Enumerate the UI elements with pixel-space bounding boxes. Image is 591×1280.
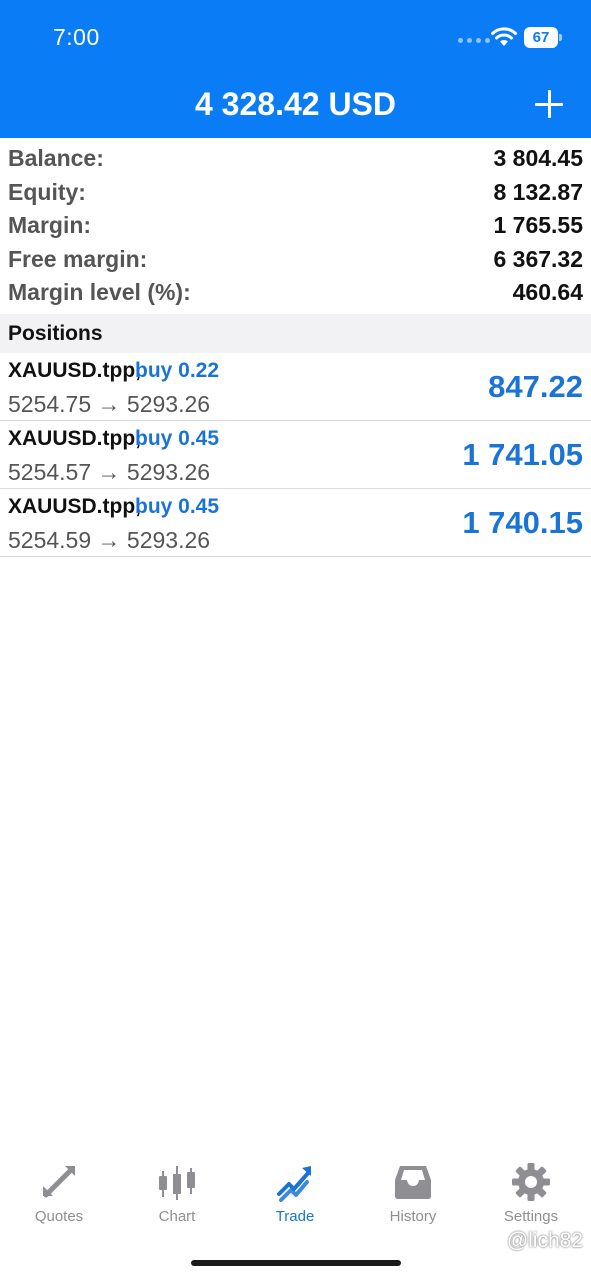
summary-row-free-margin: Free margin: 6 367.32	[0, 243, 591, 277]
add-order-button[interactable]	[533, 88, 565, 120]
position-type: buy 0.22	[135, 359, 220, 382]
position-symbol: XAUUSD.tpp,	[8, 495, 141, 518]
tab-label: History	[389, 1208, 437, 1225]
tab-label: Quotes	[34, 1208, 84, 1225]
tab-bar: Quotes Chart Trade History Settings	[0, 1150, 591, 1230]
summary-label: Equity:	[8, 178, 86, 205]
status-time: 7:00	[53, 24, 100, 50]
position-profit: 847.22	[488, 369, 583, 404]
summary-row-balance: Balance: 3 804.45	[0, 142, 591, 176]
signal-icon	[458, 38, 490, 43]
position-row[interactable]: XAUUSD.tpp, buy 0.45 5254.57 → 5293.26 1…	[0, 421, 591, 489]
summary-row-margin-level: Margin level (%): 460.64	[0, 276, 591, 310]
tab-label: Chart	[158, 1208, 196, 1225]
positions-list: XAUUSD.tpp, buy 0.22 5254.75 → 5293.26 8…	[0, 353, 591, 557]
position-type: buy 0.45	[135, 427, 220, 450]
position-symbol: XAUUSD.tpp,	[8, 427, 141, 450]
tab-settings[interactable]: Settings	[472, 1162, 590, 1225]
summary-value: 6 367.32	[493, 245, 583, 272]
battery-level: 67	[524, 27, 558, 48]
summary-row-margin: Margin: 1 765.55	[0, 209, 591, 243]
summary-label: Balance:	[8, 145, 104, 172]
history-icon	[395, 1166, 431, 1199]
summary-value: 1 765.55	[493, 212, 583, 239]
tab-label: Settings	[503, 1208, 559, 1225]
summary-label: Margin:	[8, 212, 92, 239]
account-balance-title: 4 328.42 USD	[194, 86, 396, 122]
position-prices: 5254.75 → 5293.26	[8, 391, 211, 417]
account-summary: Balance: 3 804.45 Equity: 8 132.87 Margi…	[0, 142, 591, 310]
position-symbol: XAUUSD.tpp,	[8, 359, 141, 382]
tab-chart[interactable]: Chart	[118, 1162, 236, 1225]
position-profit: 1 741.05	[462, 437, 583, 472]
position-row[interactable]: XAUUSD.tpp, buy 0.22 5254.75 → 5293.26 8…	[0, 353, 591, 421]
quotes-icon	[43, 1166, 75, 1198]
chart-icon	[159, 1166, 195, 1200]
position-row[interactable]: XAUUSD.tpp, buy 0.45 5254.59 → 5293.26 1…	[0, 489, 591, 557]
tab-history[interactable]: History	[354, 1162, 472, 1225]
summary-label: Free margin:	[8, 245, 148, 272]
battery-icon: 67	[524, 27, 562, 48]
summary-value: 8 132.87	[493, 178, 583, 205]
position-prices: 5254.59 → 5293.26	[8, 527, 211, 553]
settings-icon	[512, 1163, 550, 1201]
position-prices: 5254.57 → 5293.26	[8, 459, 211, 485]
wifi-icon	[491, 27, 517, 46]
watermark: @lich82	[506, 1229, 583, 1252]
tab-label: Trade	[275, 1208, 315, 1225]
home-indicator[interactable]	[191, 1260, 401, 1266]
top-bar: 7:00 67 4 328.42 USD	[0, 0, 591, 138]
summary-value: 3 804.45	[493, 145, 583, 172]
position-type: buy 0.45	[135, 495, 220, 518]
summary-value: 460.64	[512, 279, 583, 306]
position-profit: 1 740.15	[462, 505, 583, 540]
summary-label: Margin level (%):	[8, 279, 191, 306]
tab-trade[interactable]: Trade	[236, 1162, 354, 1225]
summary-row-equity: Equity: 8 132.87	[0, 176, 591, 210]
tab-quotes[interactable]: Quotes	[0, 1162, 118, 1225]
trade-icon	[277, 1166, 311, 1202]
positions-section-header: Positions	[0, 314, 591, 353]
